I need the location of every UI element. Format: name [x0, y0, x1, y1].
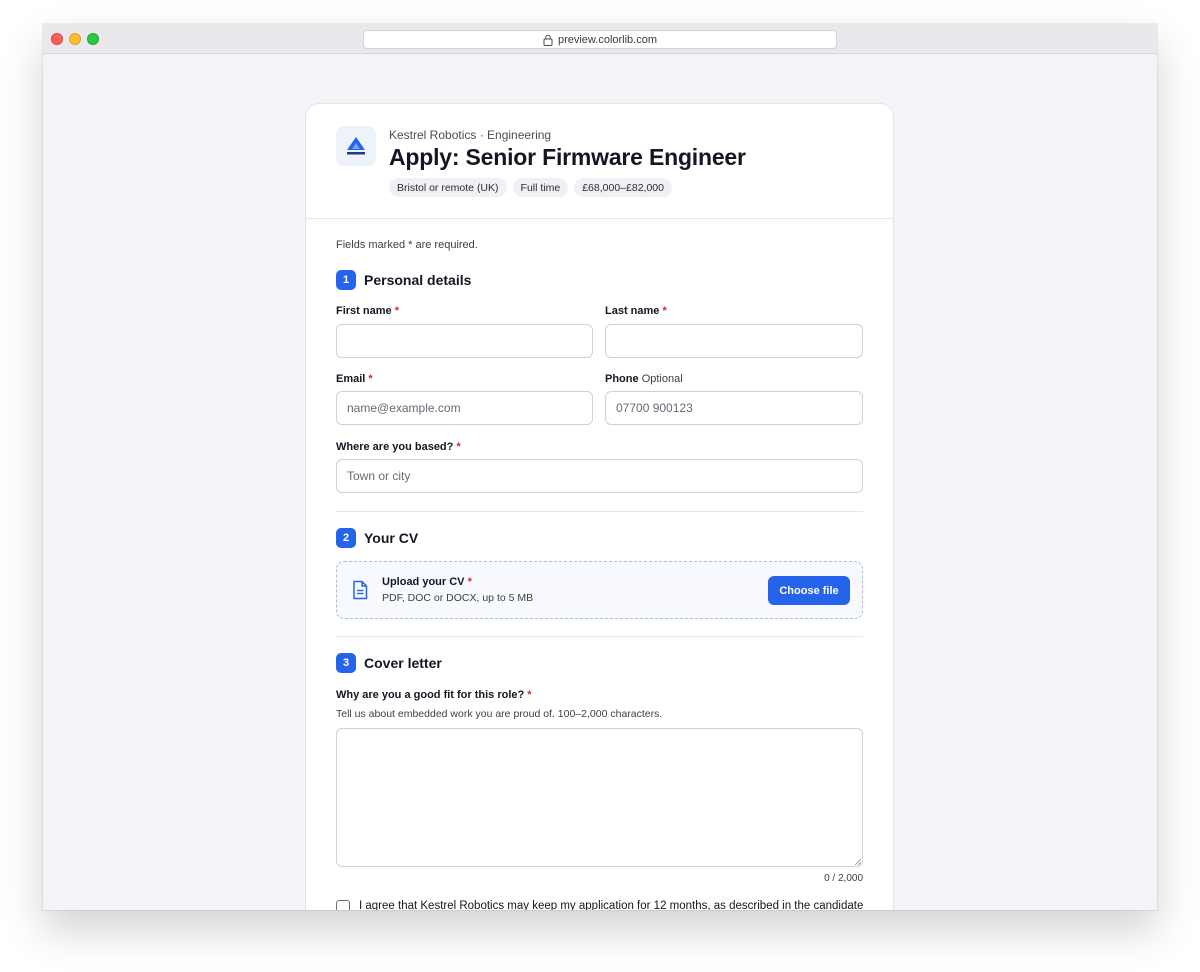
- upload-subtitle: PDF, DOC or DOCX, up to 5 MB: [382, 592, 534, 604]
- last-name-input[interactable]: [605, 324, 863, 358]
- zoom-window-button[interactable]: [87, 33, 99, 45]
- consent-row: I agree that Kestrel Robotics may keep m…: [336, 900, 863, 910]
- section-title: Cover letter: [364, 655, 442, 671]
- phone-label: Phone Optional: [605, 373, 683, 385]
- cv-upload-dropzone[interactable]: Upload your CV * PDF, DOC or DOCX, up to…: [336, 561, 863, 619]
- cover-letter-label: Why are you a good fit for this role? *: [336, 689, 532, 701]
- section-cover-letter: 3 Cover letter: [336, 653, 442, 673]
- section-title: Personal details: [364, 272, 472, 288]
- upload-title: Upload your CV *: [382, 576, 472, 588]
- page-title: Apply: Senior Firmware Engineer: [389, 144, 746, 170]
- email-label: Email *: [336, 373, 373, 385]
- consent-checkbox[interactable]: [336, 900, 350, 910]
- kestrel-logo-icon: [347, 137, 365, 155]
- section-your-cv: 2 Your CV: [336, 528, 418, 548]
- browser-titlebar: preview.colorlib.com: [43, 24, 1157, 54]
- cover-letter-textarea[interactable]: [336, 728, 863, 867]
- lock-icon: [543, 34, 553, 46]
- job-header: Kestrel Robotics · Engineering Apply: Se…: [306, 104, 893, 219]
- job-tags: Bristol or remote (UK) Full time £68,000…: [389, 178, 672, 197]
- location-input[interactable]: [336, 459, 863, 493]
- section-title: Your CV: [364, 530, 419, 546]
- address-bar[interactable]: preview.colorlib.com: [363, 30, 837, 49]
- application-card: Kestrel Robotics · Engineering Apply: Se…: [305, 103, 894, 910]
- url-text: preview.colorlib.com: [557, 33, 658, 46]
- minimize-window-button[interactable]: [69, 33, 81, 45]
- company-name: Kestrel Robotics · Engineering: [389, 128, 552, 142]
- email-input[interactable]: [336, 391, 593, 425]
- step-badge: 1: [336, 270, 356, 290]
- section-divider: [336, 636, 863, 637]
- browser-window: preview.colorlib.com Kestrel Robotics · …: [43, 24, 1157, 910]
- employment-type-tag: Full time: [512, 178, 569, 197]
- cover-letter-hint: Tell us about embedded work you are prou…: [336, 708, 663, 720]
- salary-tag: £68,000–£82,000: [574, 178, 672, 197]
- location-tag: Bristol or remote (UK): [389, 178, 507, 197]
- location-label: Where are you based? *: [336, 441, 461, 453]
- company-logo: [336, 126, 376, 166]
- last-name-label: Last name *: [605, 305, 667, 317]
- required-note: Fields marked * are required.: [336, 239, 478, 251]
- section-divider: [336, 511, 863, 512]
- step-badge: 3: [336, 653, 356, 673]
- close-window-button[interactable]: [51, 33, 63, 45]
- character-counter: 0 / 2,000: [824, 873, 863, 884]
- first-name-label: First name *: [336, 305, 399, 317]
- step-badge: 2: [336, 528, 356, 548]
- choose-file-button[interactable]: Choose file: [768, 576, 850, 605]
- first-name-input[interactable]: [336, 324, 593, 358]
- phone-input[interactable]: [605, 391, 863, 425]
- consent-text: I agree that Kestrel Robotics may keep m…: [359, 900, 864, 910]
- resize-grip-icon[interactable]: [855, 859, 861, 865]
- section-personal-details: 1 Personal details: [336, 270, 471, 290]
- file-icon: [353, 580, 368, 600]
